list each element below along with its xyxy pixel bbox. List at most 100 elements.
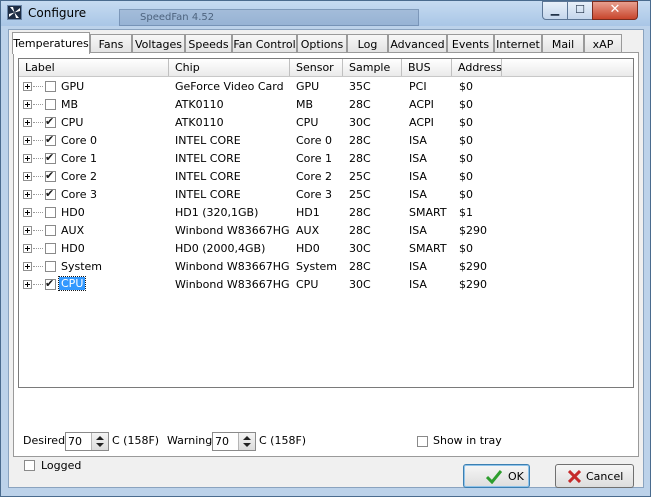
bus-cell: ISA xyxy=(409,152,427,165)
sample-cell: 25C xyxy=(349,170,371,183)
sensor-checkbox[interactable]: ✔ xyxy=(45,169,56,182)
sample-cell: 35C xyxy=(349,80,371,93)
minimize-icon: ▁ xyxy=(550,3,560,16)
sensor-checkbox[interactable]: ✔ xyxy=(45,277,56,290)
sensor-row[interactable]: HD0 HD1 (320,1GB) HD1 28C SMART $1 xyxy=(19,204,633,222)
tab-label: Log xyxy=(357,38,378,51)
sensor-checkbox[interactable]: ✔ xyxy=(45,133,56,146)
sensor-checkbox[interactable]: ✔ xyxy=(45,187,56,200)
column-header-address[interactable]: Address xyxy=(452,59,502,76)
expand-icon[interactable] xyxy=(23,190,32,199)
sensor-label[interactable]: CPU xyxy=(61,116,83,129)
sensor-label[interactable]: Core 1 xyxy=(61,152,97,165)
tab-speeds[interactable]: Speeds xyxy=(185,34,232,53)
expand-icon[interactable] xyxy=(23,136,32,145)
sensor-row[interactable]: ✔ Core 3 INTEL CORE Core 3 25C ISA $0 xyxy=(19,186,633,204)
sensor-label[interactable]: MB xyxy=(61,98,78,111)
tab-label: Mail xyxy=(551,38,575,51)
sensor-label[interactable]: Core 0 xyxy=(61,134,97,147)
close-button[interactable]: ✕ xyxy=(592,1,638,20)
logged-label: Logged xyxy=(41,459,82,472)
sample-cell: 28C xyxy=(349,224,371,237)
tab-internet[interactable]: Internet xyxy=(494,34,542,53)
tab-mail[interactable]: Mail xyxy=(542,34,584,53)
tab-fans[interactable]: Fans xyxy=(90,34,132,53)
sensor-label[interactable]: HD0 xyxy=(61,206,85,219)
expand-icon[interactable] xyxy=(23,172,32,181)
desired-spinner[interactable]: 70 xyxy=(65,432,109,451)
desired-value[interactable]: 70 xyxy=(68,435,82,448)
sensor-label[interactable]: AUX xyxy=(61,224,84,237)
sensor-list[interactable]: Label Chip Sensor Sample BUS Address GPU… xyxy=(18,58,634,388)
minimize-button[interactable]: ▁ xyxy=(542,1,568,20)
sensor-checkbox[interactable] xyxy=(45,225,56,236)
sensor-checkbox[interactable] xyxy=(45,81,56,92)
cancel-button[interactable]: Cancel xyxy=(555,464,634,488)
tree-connector xyxy=(33,104,43,105)
sensor-label[interactable]: System xyxy=(61,260,102,273)
sensor-label[interactable]: HD0 xyxy=(61,242,85,255)
speedfan-icon[interactable] xyxy=(7,5,22,20)
sensor-row[interactable]: ✔ CPU Winbond W83667HG CPU 30C ISA $290 xyxy=(19,276,633,294)
expand-icon[interactable] xyxy=(23,280,32,289)
expand-icon[interactable] xyxy=(23,82,32,91)
expand-icon[interactable] xyxy=(23,208,32,217)
sensor-cell: System xyxy=(296,260,338,273)
expand-icon[interactable] xyxy=(23,100,32,109)
checkmark-icon: ✔ xyxy=(45,115,55,128)
spin-arrows[interactable] xyxy=(91,433,108,450)
checkmark-icon: ✔ xyxy=(45,187,55,200)
expand-icon[interactable] xyxy=(23,244,32,253)
sensor-checkbox[interactable] xyxy=(45,243,56,254)
warning-spinner[interactable]: 70 xyxy=(212,432,256,451)
tab-voltages[interactable]: Voltages xyxy=(132,34,185,53)
sensor-label[interactable]: Core 2 xyxy=(61,170,97,183)
sensor-label[interactable]: GPU xyxy=(61,80,84,93)
warning-value[interactable]: 70 xyxy=(215,435,229,448)
sensor-row[interactable]: MB ATK0110 MB 28C ACPI $0 xyxy=(19,96,633,114)
sensor-row[interactable]: GPU GeForce Video Card GPU 35C PCI $0 xyxy=(19,78,633,96)
sample-cell: 28C xyxy=(349,98,371,111)
column-header-chip[interactable]: Chip xyxy=(169,59,290,76)
tab-label: Events xyxy=(451,38,490,51)
ok-button[interactable]: OK xyxy=(463,464,530,488)
tab-advanced[interactable]: Advanced xyxy=(388,34,447,53)
list-header: Label Chip Sensor Sample BUS Address xyxy=(19,59,633,77)
sensor-row[interactable]: ✔ CPU ATK0110 CPU 30C ACPI $0 xyxy=(19,114,633,132)
sensor-cell: Core 3 xyxy=(296,188,332,201)
column-header-sensor[interactable]: Sensor xyxy=(290,59,343,76)
tab-options[interactable]: Options xyxy=(297,34,347,53)
column-header-label[interactable]: Label xyxy=(19,59,169,76)
spin-arrows[interactable] xyxy=(238,433,255,450)
tab-events[interactable]: Events xyxy=(447,34,494,53)
sensor-label[interactable]: CPU xyxy=(57,276,87,291)
address-cell: $0 xyxy=(459,242,473,255)
address-cell: $0 xyxy=(459,80,473,93)
sensor-checkbox[interactable] xyxy=(45,261,56,272)
expand-icon[interactable] xyxy=(23,226,32,235)
expand-icon[interactable] xyxy=(23,262,32,271)
column-header-sample[interactable]: Sample xyxy=(343,59,402,76)
tab-log[interactable]: Log xyxy=(347,34,388,53)
expand-icon[interactable] xyxy=(23,118,32,127)
maximize-button[interactable]: ☐ xyxy=(567,1,593,20)
column-header-bus[interactable]: BUS xyxy=(402,59,452,76)
title-bar[interactable]: Configure SpeedFan 4.52 ▁ ☐ ✕ xyxy=(1,1,650,26)
expand-icon[interactable] xyxy=(23,154,32,163)
sensor-row[interactable]: AUX Winbond W83667HG AUX 28C ISA $290 xyxy=(19,222,633,240)
sensor-row[interactable]: ✔ Core 1 INTEL CORE Core 1 28C ISA $0 xyxy=(19,150,633,168)
sensor-checkbox[interactable]: ✔ xyxy=(45,115,56,128)
sensor-row[interactable]: System Winbond W83667HG System 28C ISA $290 xyxy=(19,258,633,276)
tab-xap[interactable]: xAP xyxy=(584,34,622,53)
sensor-checkbox[interactable] xyxy=(45,99,56,110)
tab-fan-control[interactable]: Fan Control xyxy=(232,34,297,53)
sensor-label[interactable]: Core 3 xyxy=(61,188,97,201)
sensor-checkbox[interactable] xyxy=(45,207,56,218)
logged-checkbox[interactable] xyxy=(24,460,35,471)
sensor-row[interactable]: ✔ Core 0 INTEL CORE Core 0 28C ISA $0 xyxy=(19,132,633,150)
show-in-tray-checkbox[interactable] xyxy=(417,436,428,447)
sensor-row[interactable]: ✔ Core 2 INTEL CORE Core 2 25C ISA $0 xyxy=(19,168,633,186)
sensor-row[interactable]: HD0 HD0 (2000,4GB) HD0 30C SMART $0 xyxy=(19,240,633,258)
tab-temperatures[interactable]: Temperatures xyxy=(12,32,90,54)
sensor-checkbox[interactable]: ✔ xyxy=(45,151,56,164)
